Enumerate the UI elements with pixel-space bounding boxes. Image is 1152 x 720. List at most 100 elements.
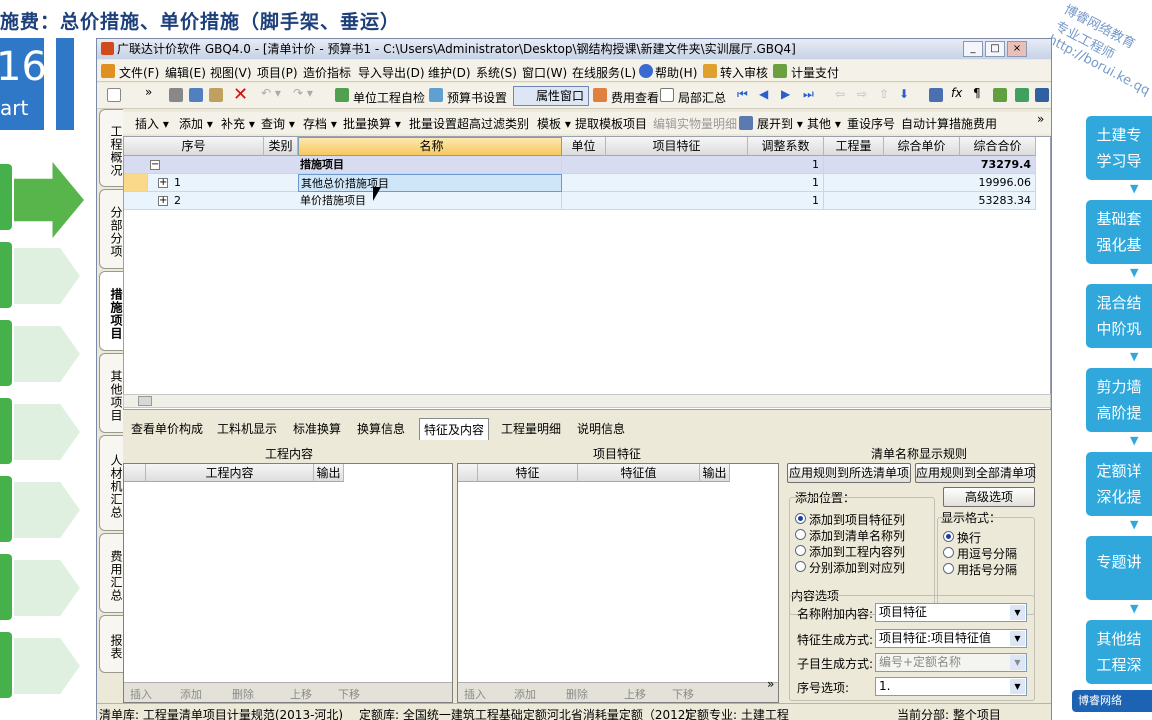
radio-add-to-name[interactable]: 添加到清单名称列 [795, 527, 905, 544]
col-category[interactable]: 类别 [264, 137, 298, 156]
add-menu[interactable]: 添加 ▾ [179, 115, 213, 132]
close-button[interactable]: × [1007, 41, 1027, 57]
col-feature-value[interactable]: 特征值 [578, 464, 700, 482]
sheet-icon[interactable] [1015, 88, 1029, 102]
col-work-content[interactable]: 工程内容 [146, 464, 314, 482]
other-menu[interactable]: 其他 ▾ [807, 115, 841, 132]
extract-template-button[interactable]: 提取模板项目 [575, 115, 647, 132]
fee-view-button[interactable]: 费用查看 [611, 89, 659, 106]
row-name[interactable]: 其他总价措施项目 [298, 174, 562, 192]
col-feature[interactable]: 项目特征 [606, 137, 748, 156]
col-quantity[interactable]: 工程量 [824, 137, 884, 156]
budget-setting-button[interactable]: 预算书设置 [447, 89, 507, 106]
menu-maintain[interactable]: 维护(D) [428, 64, 471, 81]
tab-feature-content[interactable]: 特征及内容 [419, 418, 490, 440]
grid-icon[interactable] [1035, 88, 1049, 102]
tab-fee-summary[interactable]: 费用汇总 [99, 533, 123, 613]
minimize-button[interactable]: _ [963, 41, 983, 57]
tab-project-overview[interactable]: 工程概况 [99, 109, 123, 187]
self-check-button[interactable]: 单位工程自检 [353, 89, 425, 106]
paste-icon[interactable] [209, 88, 223, 102]
menu-review[interactable]: 转入审核 [720, 64, 768, 81]
insert-button[interactable]: 插入 [464, 686, 486, 702]
attr-window-button[interactable]: 属性窗口 [513, 86, 590, 106]
col-output[interactable]: 输出 [700, 464, 730, 482]
row-factor[interactable]: 1 [748, 192, 824, 210]
row-total[interactable]: 19996.06 [960, 174, 1036, 192]
seq-option-select[interactable]: 1. ▼ [875, 677, 1027, 696]
col-unit[interactable]: 单位 [562, 137, 606, 156]
col-unit-price[interactable]: 综合单价 [884, 137, 960, 156]
insert-button[interactable]: 插入 [130, 686, 152, 702]
tab-price-composition[interactable]: 查看单价构成 [127, 418, 207, 440]
redo-icon[interactable]: ↷ ▾ [293, 86, 313, 100]
next-icon[interactable]: ▶ [781, 87, 790, 101]
cut-icon[interactable] [169, 88, 183, 102]
row-factor[interactable]: 1 [748, 174, 824, 192]
add-button[interactable]: 添加 [514, 686, 536, 702]
radio-bracket[interactable]: 用括号分隔 [943, 561, 1017, 578]
move-down-button[interactable]: 下移 [338, 686, 360, 702]
delete-icon[interactable]: ✕ [233, 84, 248, 105]
menu-edit[interactable]: 编辑(E) [165, 64, 206, 81]
left-icon[interactable]: ⇦ [835, 87, 845, 101]
reset-seq-button[interactable]: 重设序号 [847, 115, 895, 132]
col-seq[interactable]: 序号 [124, 137, 264, 156]
col-total[interactable]: 综合合价 [960, 137, 1036, 156]
row-total[interactable]: 53283.34 [960, 192, 1036, 210]
maximize-button[interactable]: □ [985, 41, 1005, 57]
scroll-thumb[interactable] [138, 396, 152, 406]
archive-menu[interactable]: 存档 ▾ [303, 115, 337, 132]
row-seq[interactable]: 1 [174, 174, 264, 192]
export-icon[interactable] [993, 88, 1007, 102]
name-extra-select[interactable]: 项目特征 ▼ [875, 603, 1027, 622]
menu-help[interactable]: 帮助(H) [655, 64, 697, 81]
table-row[interactable] [124, 156, 1036, 174]
tab-other-items[interactable]: 其他项目 [99, 353, 123, 433]
tab-reports[interactable]: 报表 [99, 615, 123, 673]
menu-file[interactable]: 文件(F) [119, 64, 159, 81]
row-factor[interactable]: 1 [748, 156, 824, 174]
menu-cost-index[interactable]: 造价指标 [303, 64, 351, 81]
right-icon[interactable]: ⇨ [857, 87, 867, 101]
template-menu[interactable]: 模板 ▾ [537, 115, 571, 132]
feature-table[interactable]: 特征 特征值 输出 插入 添加 删除 上移 下移 [457, 463, 779, 703]
tab-conversion-info[interactable]: 换算信息 [353, 418, 409, 440]
partial-summary-checkbox[interactable] [660, 88, 674, 102]
row-name[interactable]: 单价措施项目 [298, 192, 562, 210]
new-icon[interactable] [107, 88, 121, 102]
radio-add-to-work[interactable]: 添加到工程内容列 [795, 543, 905, 560]
menu-window[interactable]: 窗口(W) [522, 64, 567, 81]
down-icon[interactable]: ⬇ [899, 87, 909, 101]
tab-resource-summary[interactable]: 人材机汇总 [99, 435, 123, 531]
insert-menu[interactable]: 插入 ▾ [135, 115, 169, 132]
delete-button[interactable]: 删除 [232, 686, 254, 702]
col-feature-name[interactable]: 特征 [478, 464, 578, 482]
radio-add-to-feature[interactable]: 添加到项目特征列 [795, 511, 905, 528]
add-button[interactable]: 添加 [180, 686, 202, 702]
apply-selected-button[interactable]: 应用规则到所选清单项 [787, 463, 911, 483]
tab-quantity-detail[interactable]: 工程量明细 [497, 418, 565, 440]
horizontal-scrollbar[interactable] [123, 394, 1051, 408]
expand-to-menu[interactable]: 展开到 ▾ [757, 115, 803, 132]
col-name[interactable]: 名称 [298, 137, 562, 156]
toolbar2-more[interactable]: » [1037, 112, 1044, 126]
undo-icon[interactable]: ↶ ▾ [261, 86, 281, 100]
auto-calc-button[interactable]: 自动计算措施费用 [901, 115, 997, 132]
move-down-button[interactable]: 下移 [672, 686, 694, 702]
radio-add-each[interactable]: 分别添加到对应列 [795, 559, 905, 576]
edit-quantity-button[interactable]: 编辑实物量明细 [653, 115, 737, 132]
fx-icon[interactable]: fx [951, 86, 962, 100]
col-factor[interactable]: 调整系数 [748, 137, 824, 156]
up-icon[interactable]: ⇧ [879, 87, 889, 101]
menu-import-export[interactable]: 导入导出(D) [358, 64, 425, 81]
tab-divisional-items[interactable]: 分部分项 [99, 189, 123, 269]
batch-convert-menu[interactable]: 批量换算 ▾ [343, 115, 401, 132]
advanced-options-button[interactable]: 高级选项 [943, 487, 1035, 507]
tab-standard-conversion[interactable]: 标准换算 [289, 418, 345, 440]
menu-payment[interactable]: 计量支付 [791, 64, 839, 81]
tab-material-display[interactable]: 工料机显示 [213, 418, 281, 440]
tab-measure-items[interactable]: 措施项目 [99, 271, 123, 351]
expand-icon[interactable]: + [158, 196, 168, 206]
radio-newline[interactable]: 换行 [943, 529, 981, 546]
